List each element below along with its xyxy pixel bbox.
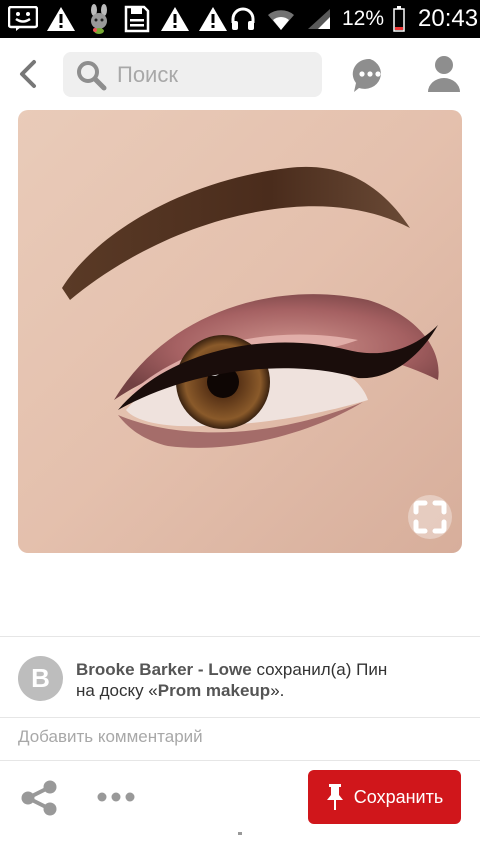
share-icon — [21, 780, 57, 816]
smiley-notification-icon — [8, 4, 38, 34]
bunny-app-icon — [84, 4, 114, 34]
clock: 20:43 — [418, 5, 479, 32]
more-options-button[interactable] — [96, 788, 136, 806]
status-bar: 12% 20:43 — [0, 0, 480, 38]
battery-icon — [392, 4, 406, 34]
signal-icon — [304, 4, 334, 34]
back-button[interactable] — [0, 38, 56, 110]
more-dots-icon — [97, 792, 135, 802]
top-app-bar: Поиск — [0, 38, 480, 110]
speech-bubble-icon — [352, 58, 381, 92]
search-placeholder: Поиск — [117, 61, 178, 87]
expand-image-button[interactable] — [408, 495, 452, 539]
add-comment-field[interactable]: Добавить комментарий — [18, 727, 203, 747]
warning-icon — [46, 4, 76, 34]
divider — [0, 760, 480, 761]
sd-card-icon — [122, 4, 152, 34]
saver-name[interactable]: Brooke Barker - Lowe — [76, 660, 252, 679]
board-prefix: на доску « — [76, 681, 158, 700]
eye-makeup-photo — [18, 110, 462, 553]
avatar-letter: B — [31, 663, 50, 693]
pin-image[interactable] — [18, 110, 462, 553]
wifi-icon — [266, 4, 296, 34]
board-suffix: ». — [270, 681, 285, 700]
divider — [0, 717, 480, 718]
search-icon — [77, 60, 107, 90]
warning-icon-2 — [160, 4, 190, 34]
saved-by-text: Brooke Barker - Lowe сохранил(а) Пин на … — [76, 659, 456, 701]
share-button[interactable] — [20, 780, 60, 816]
warning-icon-3 — [198, 4, 228, 34]
user-icon — [428, 56, 460, 92]
search-bar[interactable]: Поиск — [63, 52, 322, 97]
expand-icon — [413, 500, 447, 534]
save-button[interactable]: Сохранить — [308, 770, 461, 824]
messages-button[interactable] — [350, 55, 390, 95]
headphones-icon — [228, 4, 258, 34]
chevron-left-icon — [20, 60, 36, 88]
battery-percent: 12% — [342, 7, 385, 30]
notification-icons — [8, 4, 228, 34]
saved-by-row: B Brooke Barker - Lowe сохранил(а) Пин н… — [0, 637, 480, 717]
page-indicator — [238, 832, 242, 835]
profile-button[interactable] — [424, 53, 464, 93]
avatar[interactable]: B — [18, 656, 63, 701]
system-status: 12% 20:43 — [228, 4, 478, 34]
board-name[interactable]: Prom makeup — [158, 681, 270, 700]
save-button-label: Сохранить — [353, 786, 444, 807]
pin-icon — [326, 784, 343, 810]
saved-action: сохранил(а) Пин — [251, 660, 388, 679]
